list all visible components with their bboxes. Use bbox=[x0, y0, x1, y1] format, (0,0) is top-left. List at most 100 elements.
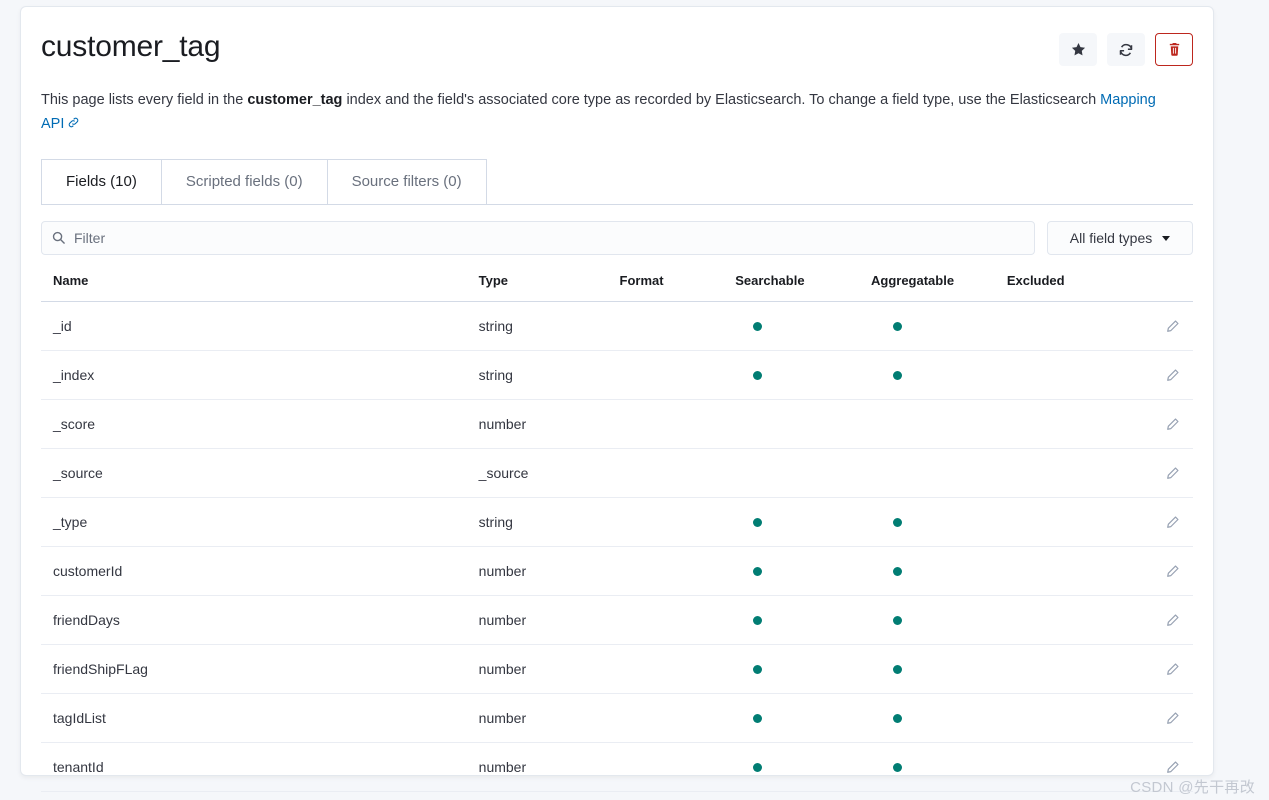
index-name-emphasis: customer_tag bbox=[247, 92, 342, 108]
cell-field-format bbox=[620, 547, 736, 596]
page-description: This page lists every field in the custo… bbox=[41, 88, 1181, 137]
page-title: customer_tag bbox=[41, 29, 220, 65]
cell-excluded bbox=[1007, 547, 1133, 596]
cell-searchable bbox=[735, 694, 871, 743]
edit-field-button[interactable] bbox=[1161, 756, 1183, 778]
column-header-excluded[interactable]: Excluded bbox=[1007, 273, 1133, 302]
table-row: _idstring bbox=[41, 302, 1193, 351]
aggregatable-indicator bbox=[893, 371, 902, 380]
cell-excluded bbox=[1007, 498, 1133, 547]
searchable-indicator bbox=[753, 518, 762, 527]
cell-field-type: string bbox=[479, 498, 620, 547]
table-toolbar: All field types bbox=[41, 221, 1193, 255]
cell-field-type: number bbox=[479, 547, 620, 596]
cell-field-format bbox=[620, 449, 736, 498]
aggregatable-indicator bbox=[893, 567, 902, 576]
filter-search-wrap bbox=[41, 221, 1035, 255]
cell-field-name: _id bbox=[41, 302, 479, 351]
description-text-1: This page lists every field in the bbox=[41, 92, 247, 108]
refresh-icon bbox=[1118, 42, 1134, 58]
tab-fields[interactable]: Fields (10) bbox=[41, 159, 162, 204]
trash-icon bbox=[1167, 42, 1182, 57]
tab-source-filters[interactable]: Source filters (0) bbox=[327, 159, 487, 204]
cell-searchable bbox=[735, 449, 871, 498]
cell-field-name: _index bbox=[41, 351, 479, 400]
cell-field-type: number bbox=[479, 400, 620, 449]
edit-field-button[interactable] bbox=[1161, 413, 1183, 435]
cell-excluded bbox=[1007, 743, 1133, 792]
tab-scripted-fields[interactable]: Scripted fields (0) bbox=[161, 159, 328, 204]
cell-actions bbox=[1133, 449, 1193, 498]
searchable-indicator bbox=[753, 714, 762, 723]
edit-field-button[interactable] bbox=[1161, 364, 1183, 386]
cell-aggregatable bbox=[871, 449, 1007, 498]
cell-field-type: number bbox=[479, 645, 620, 694]
edit-field-button[interactable] bbox=[1161, 462, 1183, 484]
cell-field-format bbox=[620, 302, 736, 351]
cell-field-format bbox=[620, 400, 736, 449]
refresh-button[interactable] bbox=[1107, 33, 1145, 66]
cell-searchable bbox=[735, 547, 871, 596]
edit-field-button[interactable] bbox=[1161, 560, 1183, 582]
cell-actions bbox=[1133, 547, 1193, 596]
cell-searchable bbox=[735, 645, 871, 694]
filter-search-input[interactable] bbox=[41, 221, 1035, 255]
cell-field-name: friendDays bbox=[41, 596, 479, 645]
edit-field-button[interactable] bbox=[1161, 511, 1183, 533]
field-type-label: All field types bbox=[1070, 230, 1152, 246]
cell-searchable bbox=[735, 498, 871, 547]
table-row: _indexstring bbox=[41, 351, 1193, 400]
edit-field-button[interactable] bbox=[1161, 658, 1183, 680]
cell-field-format bbox=[620, 351, 736, 400]
delete-button[interactable] bbox=[1155, 33, 1193, 66]
table-row: tagIdListnumber bbox=[41, 694, 1193, 743]
panel-header: customer_tag bbox=[41, 29, 1193, 66]
searchable-indicator bbox=[753, 567, 762, 576]
aggregatable-indicator bbox=[893, 665, 902, 674]
cell-excluded bbox=[1007, 449, 1133, 498]
favorite-button[interactable] bbox=[1059, 33, 1097, 66]
cell-field-name: friendShipFLag bbox=[41, 645, 479, 694]
cell-aggregatable bbox=[871, 645, 1007, 694]
app-root: customer_tag bbox=[0, 0, 1269, 800]
edit-field-button[interactable] bbox=[1161, 609, 1183, 631]
cell-aggregatable bbox=[871, 743, 1007, 792]
cell-field-name: customerId bbox=[41, 547, 479, 596]
table-row: _source_source bbox=[41, 449, 1193, 498]
field-type-dropdown[interactable]: All field types bbox=[1047, 221, 1193, 255]
cell-aggregatable bbox=[871, 547, 1007, 596]
cell-actions bbox=[1133, 694, 1193, 743]
cell-field-type: number bbox=[479, 743, 620, 792]
chevron-down-icon bbox=[1162, 236, 1170, 241]
cell-aggregatable bbox=[871, 302, 1007, 351]
column-header-name[interactable]: Name bbox=[41, 273, 479, 302]
table-header-row: Name Type Format Searchable Aggregatable… bbox=[41, 273, 1193, 302]
cell-field-format bbox=[620, 596, 736, 645]
cell-field-format bbox=[620, 694, 736, 743]
column-header-aggregatable[interactable]: Aggregatable bbox=[871, 273, 1007, 302]
aggregatable-indicator bbox=[893, 714, 902, 723]
edit-field-button[interactable] bbox=[1161, 315, 1183, 337]
cell-aggregatable bbox=[871, 596, 1007, 645]
cell-aggregatable bbox=[871, 694, 1007, 743]
cell-field-format bbox=[620, 645, 736, 694]
column-header-format[interactable]: Format bbox=[620, 273, 736, 302]
cell-excluded bbox=[1007, 694, 1133, 743]
cell-excluded bbox=[1007, 302, 1133, 351]
searchable-indicator bbox=[753, 616, 762, 625]
fields-table: Name Type Format Searchable Aggregatable… bbox=[41, 273, 1193, 792]
cell-searchable bbox=[735, 743, 871, 792]
edit-field-button[interactable] bbox=[1161, 707, 1183, 729]
cell-field-name: _type bbox=[41, 498, 479, 547]
cell-searchable bbox=[735, 302, 871, 351]
cell-field-type: number bbox=[479, 596, 620, 645]
column-header-searchable[interactable]: Searchable bbox=[735, 273, 871, 302]
cell-aggregatable bbox=[871, 351, 1007, 400]
cell-field-format bbox=[620, 498, 736, 547]
table-row: _scorenumber bbox=[41, 400, 1193, 449]
external-link-icon bbox=[67, 113, 80, 137]
searchable-indicator bbox=[753, 322, 762, 331]
cell-aggregatable bbox=[871, 498, 1007, 547]
column-header-type[interactable]: Type bbox=[479, 273, 620, 302]
table-footer: Rows per page: 10 bbox=[41, 792, 1193, 800]
